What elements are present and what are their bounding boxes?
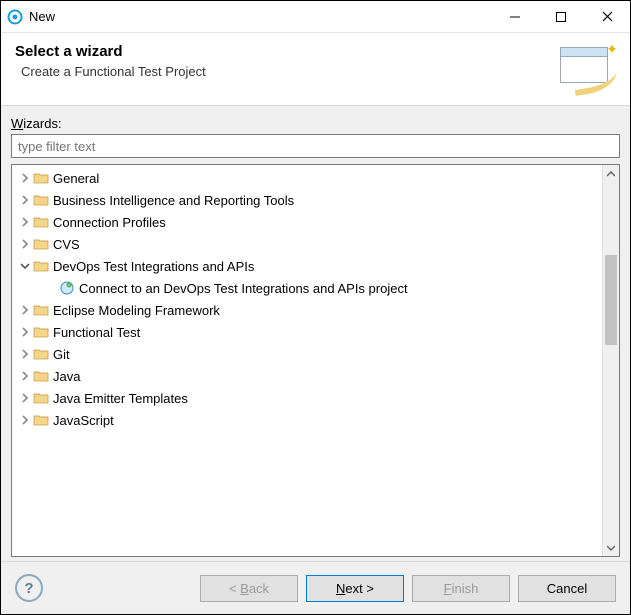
scroll-thumb[interactable] [605, 255, 617, 345]
chevron-down-icon[interactable] [18, 259, 32, 273]
tree-item[interactable]: DevOps Test Integrations and APIs [12, 255, 602, 277]
folder-icon [33, 368, 49, 384]
tree-item-label: Connection Profiles [53, 215, 166, 230]
vertical-scrollbar[interactable] [602, 165, 619, 556]
tree-item-label: Java Emitter Templates [53, 391, 188, 406]
chevron-right-icon[interactable] [18, 193, 32, 207]
tree-item-label: Git [53, 347, 70, 362]
folder-icon [33, 170, 49, 186]
tree-item-label: Eclipse Modeling Framework [53, 303, 220, 318]
chevron-right-icon[interactable] [18, 237, 32, 251]
help-button[interactable]: ? [15, 574, 43, 602]
tree-item[interactable]: Eclipse Modeling Framework [12, 299, 602, 321]
maximize-button[interactable] [538, 1, 584, 33]
close-button[interactable] [584, 1, 630, 33]
chevron-right-icon[interactable] [18, 391, 32, 405]
banner-subtitle: Create a Functional Test Project [21, 64, 558, 79]
tree-item[interactable]: Connect to an DevOps Test Integrations a… [12, 277, 602, 299]
wizard-banner-icon: ✦ [558, 43, 616, 91]
wizard-banner: Select a wizard Create a Functional Test… [1, 33, 630, 106]
tree-item-label: DevOps Test Integrations and APIs [53, 259, 254, 274]
chevron-right-icon[interactable] [18, 369, 32, 383]
chevron-right-icon[interactable] [18, 215, 32, 229]
project-icon [59, 280, 75, 296]
folder-icon [33, 390, 49, 406]
folder-icon [33, 324, 49, 340]
chevron-right-icon[interactable] [18, 171, 32, 185]
wizards-label: Wizards: [11, 116, 620, 131]
tree-item-label: CVS [53, 237, 80, 252]
banner-title: Select a wizard [15, 43, 558, 60]
tree-spacer [44, 281, 58, 295]
tree-item[interactable]: General [12, 167, 602, 189]
folder-icon [33, 192, 49, 208]
cancel-button[interactable]: Cancel [518, 575, 616, 602]
tree-item[interactable]: Git [12, 343, 602, 365]
tree-item[interactable]: Connection Profiles [12, 211, 602, 233]
wizard-content: Wizards: General Business Intelligence an… [1, 106, 630, 561]
tree-item-label: Business Intelligence and Reporting Tool… [53, 193, 294, 208]
next-button[interactable]: Next > [306, 575, 404, 602]
tree-item-label: Connect to an DevOps Test Integrations a… [79, 281, 408, 296]
folder-icon [33, 346, 49, 362]
wizard-tree-container: General Business Intelligence and Reporti… [11, 164, 620, 557]
folder-icon [33, 214, 49, 230]
chevron-right-icon[interactable] [18, 325, 32, 339]
finish-button[interactable]: Finish [412, 575, 510, 602]
tree-item[interactable]: Business Intelligence and Reporting Tool… [12, 189, 602, 211]
back-button[interactable]: < Back [200, 575, 298, 602]
tree-item-label: Java [53, 369, 80, 384]
tree-item[interactable]: Functional Test [12, 321, 602, 343]
chevron-right-icon[interactable] [18, 347, 32, 361]
tree-item-label: JavaScript [53, 413, 114, 428]
titlebar: New [1, 1, 630, 33]
minimize-button[interactable] [492, 1, 538, 33]
folder-icon [33, 236, 49, 252]
tree-item[interactable]: JavaScript [12, 409, 602, 431]
tree-item-label: Functional Test [53, 325, 140, 340]
wizard-tree[interactable]: General Business Intelligence and Reporti… [12, 165, 602, 556]
scroll-up-icon[interactable] [603, 165, 619, 182]
filter-input[interactable] [11, 134, 620, 158]
window-title: New [29, 9, 55, 24]
tree-item-label: General [53, 171, 99, 186]
chevron-right-icon[interactable] [18, 303, 32, 317]
folder-icon [33, 258, 49, 274]
app-icon [7, 9, 23, 25]
scroll-down-icon[interactable] [603, 539, 619, 556]
folder-icon [33, 412, 49, 428]
folder-icon [33, 302, 49, 318]
tree-item[interactable]: CVS [12, 233, 602, 255]
chevron-right-icon[interactable] [18, 413, 32, 427]
button-bar: ? < Back Next > Finish Cancel [1, 561, 630, 614]
tree-item[interactable]: Java [12, 365, 602, 387]
tree-item[interactable]: Java Emitter Templates [12, 387, 602, 409]
